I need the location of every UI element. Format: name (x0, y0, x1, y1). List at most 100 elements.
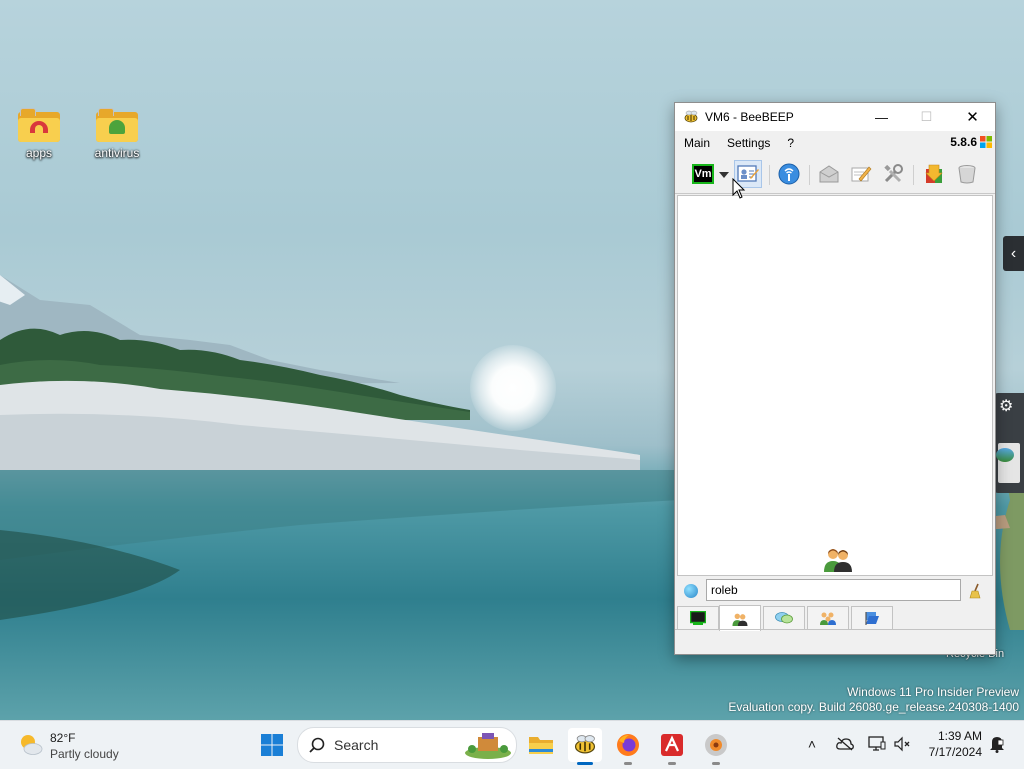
version-label: 5.8.6 (950, 135, 977, 149)
users-icon (824, 549, 852, 572)
speaker-app-icon (705, 734, 727, 756)
search-icon (309, 737, 325, 753)
tabs-divider (675, 629, 995, 630)
desktop-icon-antivirus[interactable]: antivirus (82, 108, 152, 160)
write-note-icon (851, 166, 872, 182)
menu-settings[interactable]: Settings (718, 136, 778, 150)
taskbar-firefox[interactable] (611, 728, 645, 765)
weather-condition: Partly cloudy (50, 747, 119, 761)
show-hidden-icons-button[interactable]: ˄ (801, 733, 823, 755)
tab-groups[interactable] (807, 606, 849, 629)
status-dropdown-arrow-icon[interactable] (719, 172, 729, 178)
menu-bar: Main Settings ? 5.8.6 (675, 132, 995, 154)
folder-icon (18, 108, 60, 142)
taskbar-search-box[interactable]: Search (297, 727, 517, 763)
tab-home[interactable] (677, 606, 719, 629)
watermark-line-1: Windows 11 Pro Insider Preview (847, 685, 1019, 699)
apps-badge-icon (30, 121, 48, 133)
menu-help[interactable]: ? (778, 136, 802, 150)
chats-tab-icon (775, 612, 793, 624)
desktop-icon-label: apps (25, 146, 53, 160)
volume-tray[interactable] (891, 733, 913, 755)
folder-icon (96, 108, 138, 142)
write-note-button[interactable] (847, 160, 875, 188)
tab-shares[interactable] (851, 606, 893, 629)
search-placeholder: Search (334, 737, 379, 753)
wallpaper-snow (0, 380, 640, 470)
side-widget-panel[interactable]: ⚙ (994, 393, 1024, 493)
mail-icon (819, 165, 839, 183)
message-input-row (675, 577, 995, 605)
beebeep-window: VM6 - BeeBEEP — ☐ ✕ Main Settings ? 5.8.… (674, 102, 996, 655)
chat-area[interactable] (677, 195, 993, 576)
clock-date: 7/17/2024 (928, 745, 982, 759)
message-input[interactable] (706, 579, 961, 601)
taskbar-beebeep[interactable] (568, 728, 602, 765)
onedrive-tray[interactable] (834, 733, 856, 755)
clear-broom-icon[interactable] (968, 583, 984, 599)
main-toolbar: Vm (675, 155, 995, 194)
speaker-muted-icon (894, 736, 910, 752)
shares-tab-icon (865, 612, 879, 625)
online-status-icon[interactable] (684, 584, 698, 598)
vm-status-icon: Vm (692, 164, 714, 184)
users-tab-icon (732, 613, 748, 626)
tools-button[interactable] (879, 160, 907, 188)
tools-icon (884, 164, 903, 183)
network-icon (778, 163, 800, 185)
running-indicator (668, 762, 676, 765)
chevron-up-icon: ˄ (807, 736, 817, 752)
search-highlight-art-icon (465, 733, 511, 759)
taskbar: 82°F Partly cloudy Search ˄ 1:39 AM 7/17… (0, 720, 1024, 769)
clock-time: 1:39 AM (937, 729, 982, 743)
bell-icon (990, 737, 1004, 753)
taskbar-acrobat[interactable] (655, 728, 689, 765)
window-titlebar[interactable]: VM6 - BeeBEEP — ☐ ✕ (675, 103, 995, 131)
edit-profile-icon (737, 165, 759, 182)
beebeep-app-icon (684, 110, 698, 123)
weather-widget[interactable]: 82°F Partly cloudy (16, 729, 156, 763)
download-button[interactable] (920, 160, 948, 188)
close-button[interactable]: ✕ (950, 103, 995, 131)
notifications-button[interactable] (986, 733, 1008, 755)
running-indicator (577, 762, 593, 765)
bucket-icon (958, 165, 976, 184)
file-explorer-icon (529, 737, 553, 754)
desktop-icon-label: antivirus (94, 146, 140, 160)
running-indicator (712, 762, 720, 765)
bottom-tabs (675, 605, 995, 631)
bucket-button[interactable] (953, 160, 981, 188)
monitor-icon (868, 736, 886, 751)
desktop-icon-apps[interactable]: apps (4, 108, 74, 160)
network-button[interactable] (775, 160, 803, 188)
home-tab-icon (690, 611, 706, 625)
menu-main[interactable]: Main (675, 136, 718, 150)
widgets-expand-button[interactable]: ‹ (1003, 236, 1024, 271)
wallpaper-reflection (0, 470, 680, 620)
firefox-icon (617, 734, 639, 756)
tab-chats[interactable] (763, 606, 805, 629)
download-icon (925, 164, 943, 183)
start-button[interactable] (255, 728, 289, 762)
minimize-button[interactable]: — (859, 103, 904, 131)
maximize-button[interactable]: ☐ (904, 103, 949, 131)
toolbar-separator (769, 165, 770, 185)
toolbar-separator (913, 165, 914, 185)
windows-watermark: Windows 11 Pro Insider Preview Evaluatio… (728, 685, 1019, 715)
display-tray[interactable] (866, 733, 888, 755)
mail-button[interactable] (815, 160, 843, 188)
chevron-left-icon: ‹ (1010, 244, 1017, 262)
toolbar-separator (809, 165, 810, 185)
acrobat-icon (661, 734, 683, 756)
cloud-offline-icon (836, 737, 854, 751)
start-icon (261, 734, 283, 756)
edit-profile-button[interactable] (734, 160, 762, 188)
tab-users[interactable] (719, 605, 761, 631)
beebeep-icon (574, 735, 596, 754)
taskbar-clock[interactable]: 1:39 AM 7/17/2024 (918, 728, 982, 760)
groups-tab-icon (820, 612, 836, 625)
user-status-button[interactable]: Vm (689, 160, 717, 188)
taskbar-file-explorer[interactable] (524, 728, 558, 762)
gear-icon[interactable]: ⚙ (999, 396, 1013, 416)
taskbar-speaker-app[interactable] (699, 728, 733, 765)
